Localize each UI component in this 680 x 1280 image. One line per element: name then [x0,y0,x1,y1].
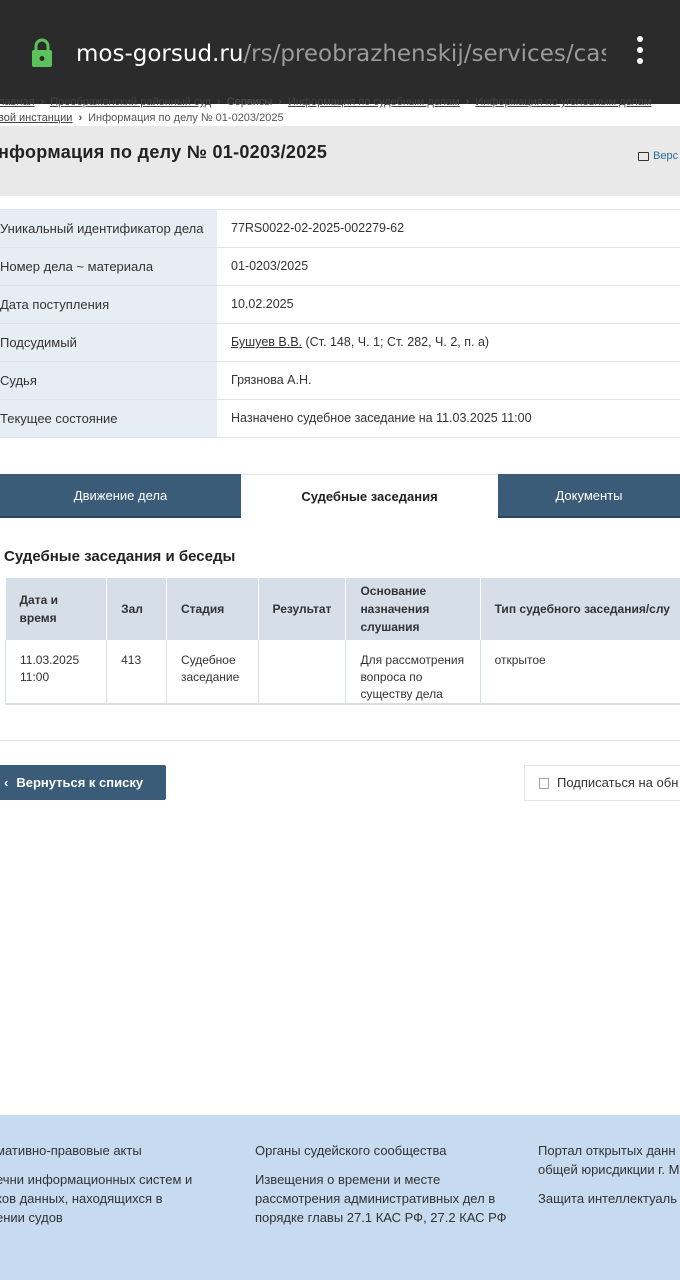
case-info-label: Судья [0,362,217,399]
column-header: Основание назначения слушания [345,578,481,640]
case-info-row: Дата поступления 10.02.2025 [0,286,680,324]
case-info-value: 01-0203/2025 [231,259,309,273]
case-tabs: Движение дела Судебные заседания Докумен… [0,474,680,520]
case-info-value: Грязнова А.Н. [231,373,312,387]
divider [0,740,680,741]
chevron-left-icon: ‹ [4,775,9,790]
column-header: Стадия [166,578,259,640]
footer-column: Портал открытых данн общей юрисдикции г.… [538,1141,679,1218]
tab-court-sessions[interactable]: Судебные заседания [241,474,498,518]
case-info-value: 10.02.2025 [231,297,294,311]
back-to-list-label: Вернуться к списку [16,775,144,790]
sessions-title: Судебные заседания и беседы [4,548,236,565]
url-host: mos-gorsud.ru [76,41,244,67]
print-version-label: Верс [653,150,679,162]
breadcrumb-separator-icon: › [465,96,470,108]
footer: мативно-правовые акты ечни информационны… [0,1115,680,1280]
page-title: нформация по делу № 01-0203/2025 [0,142,328,162]
print-version-link[interactable]: Верс [638,150,678,162]
breadcrumb-separator-icon: › [78,112,83,124]
address-bar[interactable]: mos-gorsud.ru/rs/preobrazhenskij/service… [76,36,606,72]
breadcrumb-separator-icon: › [217,96,221,108]
subscribe-button[interactable]: Подписаться на обн [524,765,680,801]
case-info-row: Номер дела ~ материала 01-0203/2025 [0,248,680,286]
footer-link[interactable]: Органы судейского сообщества [255,1141,507,1160]
column-header: Дата и время [5,578,108,640]
session-datetime: 11.03.2025 11:00 [4,640,108,705]
case-info-row: Уникальный идентификатор дела 77RS0022-0… [0,210,680,248]
case-info-row: Подсудимый Бушуев В.В. (Ст. 148, Ч. 1; С… [0,324,680,362]
case-info-value: 77RS0022-02-2025-002279-62 [231,221,405,235]
url-path: /rs/preobrazhenskij/services/cases/c [243,41,606,67]
footer-link[interactable]: Извещения о времени и месте рассмотрения… [255,1170,507,1227]
session-type: открытое [480,640,680,705]
case-info-label: Дата поступления [0,286,217,323]
case-info-row: Судья Грязнова А.Н. [0,362,680,400]
footer-column: мативно-правовые акты ечни информационны… [0,1141,192,1237]
printer-icon [638,151,649,161]
case-info-value: Бушуев В.В. (Ст. 148, Ч. 1; Ст. 282, Ч. … [217,324,680,361]
footer-link[interactable]: Защита интеллектуаль [538,1189,679,1208]
breadcrumb-instance[interactable]: вой инстанции [0,112,72,124]
lock-icon [32,38,52,67]
footer-link[interactable]: ечни информационных систем и ков данных,… [0,1170,192,1227]
sessions-table: Дата и время Зал Стадия Результат Основа… [4,578,680,705]
breadcrumb-services[interactable]: Сервисы [227,96,273,108]
breadcrumb-separator-icon: › [40,96,45,108]
table-header-row: Дата и время Зал Стадия Результат Основа… [5,578,680,640]
back-to-list-button[interactable]: ‹ Вернуться к списку [0,765,166,800]
tab-documents[interactable]: Документы [498,474,680,518]
breadcrumb: лавная › Преображенский районный суд › Серви… [0,96,680,126]
footer-link[interactable]: Портал открытых данн общей юрисдикции г.… [538,1141,679,1179]
breadcrumb-criminal-cases[interactable]: Информация по уголовным делам [475,96,651,108]
breadcrumb-court[interactable]: Преображенский районный суд [50,96,211,108]
defendant-link[interactable]: Бушуев В.В. [231,335,302,349]
column-header: Зал [106,578,167,640]
footer-link[interactable]: мативно-правовые акты [0,1141,192,1160]
column-header: Тип судебного заседания/слу [480,578,680,640]
tab-case-movement[interactable]: Движение дела [0,474,241,518]
case-info-label: Подсудимый [0,324,217,361]
browser-toolbar: mos-gorsud.ru/rs/preobrazhenskij/service… [0,0,680,104]
case-info-label: Номер дела ~ материала [0,248,217,285]
session-stage: Судебное заседание [166,640,259,705]
case-info-label: Уникальный идентификатор дела [0,210,217,247]
breadcrumb-case-info[interactable]: Информация по судебным делам [288,96,460,108]
column-header: Результат [258,578,347,640]
session-hall: 413 [106,640,167,705]
table-row: 11.03.2025 11:00 413 Судебное заседание … [4,640,680,705]
session-basis: Для рассмотрения вопроса по существу дел… [345,640,481,705]
edit-icon [539,778,549,790]
case-info-row: Текущее состояние Назначено судебное зас… [0,400,680,438]
breadcrumb-separator-icon: › [278,96,282,108]
defendant-articles: (Ст. 148, Ч. 1; Ст. 282, Ч. 2, п. а) [302,335,490,349]
subscribe-label: Подписаться на обн [557,775,679,790]
case-info-table: Уникальный идентификатор дела 77RS0022-0… [0,209,680,438]
footer-column: Органы судейского сообщества Извещения о… [255,1141,507,1237]
case-info-label: Текущее состояние [0,400,217,437]
case-info-value: Назначено судебное заседание на 11.03.20… [231,411,532,425]
more-menu-icon[interactable] [630,36,650,70]
breadcrumb-current: Информация по делу № 01-0203/2025 [88,112,284,124]
session-result [258,640,347,705]
breadcrumb-home[interactable]: лавная [0,96,35,108]
